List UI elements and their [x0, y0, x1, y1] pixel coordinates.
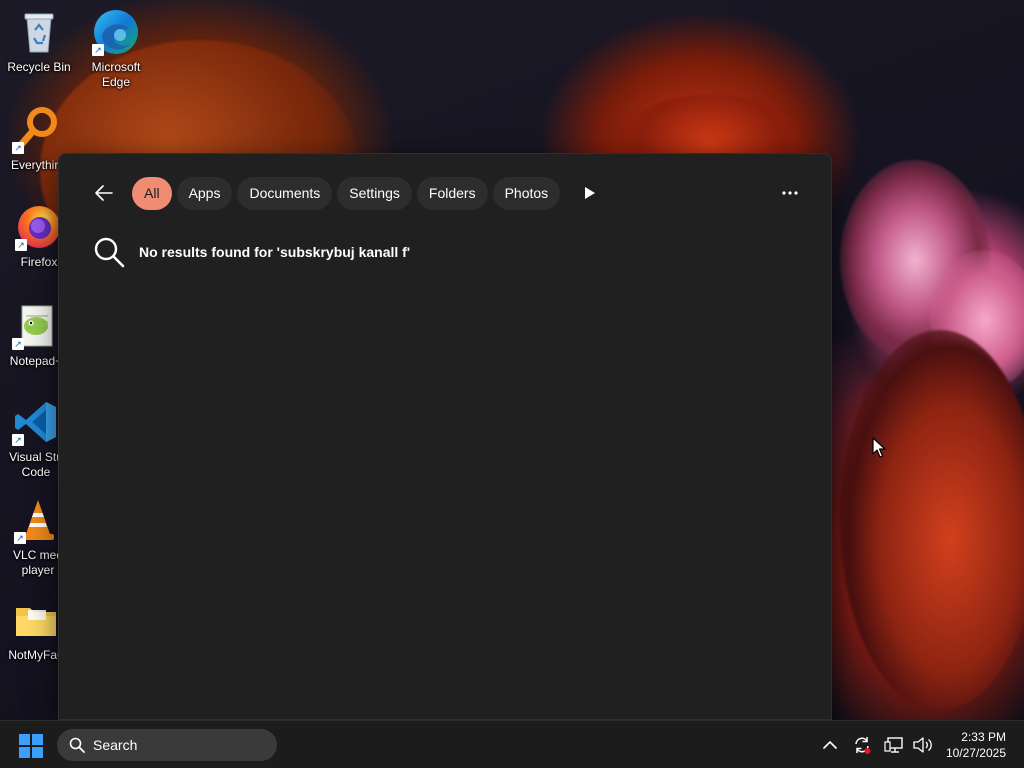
- taskbar: Search 2:33 PM 10/27/2025: [0, 720, 1024, 768]
- network-icon: [884, 737, 903, 753]
- volume-icon: [913, 737, 932, 753]
- shortcut-arrow-icon: ↗: [12, 142, 24, 154]
- shortcut-arrow-icon: ↗: [14, 532, 26, 544]
- filter-chip-photos[interactable]: Photos: [492, 176, 561, 210]
- mouse-cursor-icon: [872, 437, 886, 464]
- wallpaper-ribbon: [840, 330, 1024, 710]
- search-flyout: All Apps Documents Settings Folders Phot…: [58, 153, 832, 720]
- filter-chip-folders[interactable]: Folders: [416, 176, 488, 210]
- search-icon: [69, 737, 85, 753]
- clock-time: 2:33 PM: [961, 730, 1006, 744]
- firefox-icon: ↗: [15, 203, 63, 251]
- taskbar-search-placeholder: Search: [93, 737, 138, 753]
- shortcut-arrow-icon: ↗: [92, 44, 104, 56]
- filter-chip-settings[interactable]: Settings: [337, 176, 412, 210]
- shortcut-arrow-icon: ↗: [12, 434, 24, 446]
- arrow-left-icon: [95, 185, 113, 201]
- vlc-icon: ↗: [14, 496, 62, 544]
- windows-logo-icon: [19, 734, 43, 758]
- edge-icon: ↗: [92, 8, 140, 56]
- start-button[interactable]: [18, 733, 44, 759]
- filter-chip-documents[interactable]: Documents: [237, 176, 333, 210]
- network-button[interactable]: [880, 721, 908, 768]
- taskbar-clock[interactable]: 2:33 PM 10/27/2025: [936, 729, 1006, 761]
- ellipsis-icon: [782, 191, 798, 195]
- more-options-button[interactable]: [775, 180, 805, 206]
- back-button[interactable]: [87, 176, 121, 210]
- sync-status-button[interactable]: [848, 721, 876, 768]
- notepad-plus-plus-icon: ↗: [12, 302, 60, 350]
- sync-icon: [855, 737, 871, 754]
- chevron-up-icon: [823, 741, 837, 749]
- volume-button[interactable]: [908, 721, 936, 768]
- filter-chip-apps[interactable]: Apps: [176, 176, 233, 210]
- no-results-message: No results found for 'subskrybuj kanall …: [93, 236, 410, 268]
- no-results-text: No results found for 'subskrybuj kanall …: [139, 244, 411, 260]
- recycle-bin-icon: [15, 8, 63, 56]
- filter-chip-all[interactable]: All: [132, 176, 172, 210]
- show-hidden-icons-button[interactable]: [816, 721, 844, 768]
- filter-bar: All Apps Documents Settings Folders Phot…: [87, 176, 605, 210]
- system-tray: [816, 721, 936, 768]
- more-filters-button[interactable]: [575, 178, 605, 208]
- shortcut-arrow-icon: ↗: [15, 239, 27, 251]
- play-icon: [585, 187, 596, 199]
- search-icon: [94, 237, 125, 268]
- taskbar-search-box[interactable]: Search: [57, 729, 277, 761]
- desktop-icon-edge[interactable]: ↗ Microsoft Edge: [80, 8, 152, 90]
- desktop-icon-label: Recycle Bin: [7, 60, 71, 74]
- shortcut-arrow-icon: ↗: [12, 338, 24, 350]
- desktop-icon-recycle-bin[interactable]: Recycle Bin: [3, 8, 75, 75]
- desktop-icon-label: Microsoft Edge: [91, 60, 141, 89]
- vscode-icon: ↗: [12, 398, 60, 446]
- folder-icon: [12, 596, 60, 644]
- clock-date: 10/27/2025: [945, 746, 1006, 760]
- everything-search-icon: ↗: [12, 106, 60, 154]
